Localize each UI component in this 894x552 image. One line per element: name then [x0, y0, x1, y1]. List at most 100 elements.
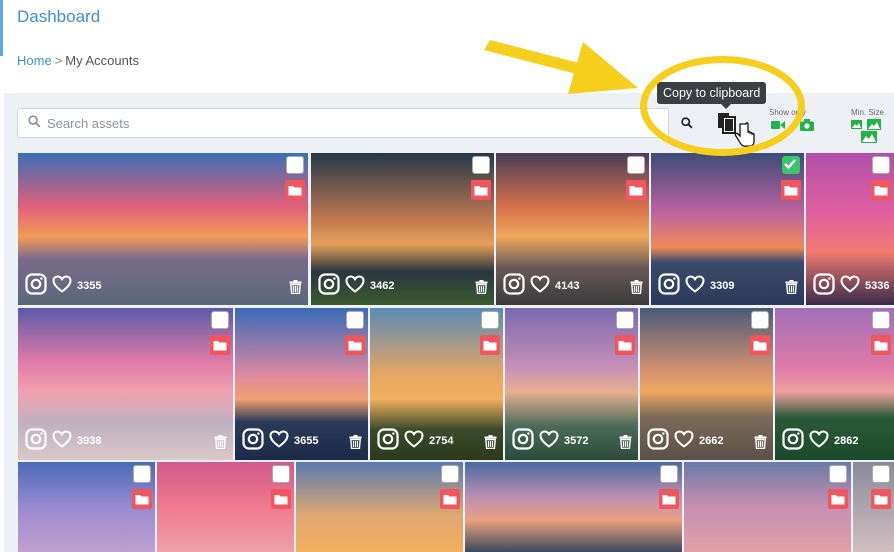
- folder-icon[interactable]: [471, 180, 491, 200]
- search-box[interactable]: [17, 108, 669, 138]
- folder-icon[interactable]: [132, 489, 152, 509]
- folder-icon[interactable]: [480, 335, 500, 355]
- folder-icon[interactable]: [626, 180, 646, 200]
- select-checkbox[interactable]: [872, 156, 890, 174]
- camera-filter-icon[interactable]: [800, 119, 814, 131]
- asset-tile[interactable]: [296, 462, 463, 552]
- asset-tile[interactable]: [157, 462, 294, 552]
- asset-stats: 2662: [647, 428, 723, 453]
- heart-icon: [840, 275, 860, 296]
- instagram-icon: [25, 273, 47, 298]
- asset-stats: 5336: [813, 273, 889, 298]
- asset-tile[interactable]: [18, 462, 155, 552]
- like-count: 3572: [564, 434, 589, 447]
- trash-icon[interactable]: [475, 280, 488, 299]
- breadcrumb-home-link[interactable]: Home: [17, 53, 52, 68]
- heart-icon: [52, 275, 72, 296]
- heart-icon: [269, 430, 289, 451]
- folder-icon[interactable]: [285, 180, 305, 200]
- heart-icon: [809, 430, 829, 451]
- trash-icon[interactable]: [785, 280, 798, 299]
- folder-icon[interactable]: [271, 489, 291, 509]
- asset-photo: [684, 462, 851, 552]
- select-checkbox[interactable]: [346, 311, 364, 329]
- select-checkbox[interactable]: [751, 311, 769, 329]
- asset-tile[interactable]: 2754: [370, 308, 503, 460]
- instagram-icon: [503, 273, 525, 298]
- asset-tile[interactable]: 2662: [640, 308, 773, 460]
- folder-icon[interactable]: [210, 335, 230, 355]
- like-count: 3655: [294, 434, 319, 447]
- hand-cursor-icon: [734, 122, 755, 147]
- select-checkbox[interactable]: [211, 311, 229, 329]
- show-only-label: Show only: [769, 108, 806, 117]
- asset-tile[interactable]: 4143: [496, 153, 649, 305]
- asset-tile[interactable]: 3938: [18, 308, 233, 460]
- asset-stats: 4143: [503, 273, 579, 298]
- asset-tile[interactable]: 3309: [651, 153, 804, 305]
- select-checkbox[interactable]: [133, 465, 151, 483]
- select-checkbox[interactable]: [660, 465, 678, 483]
- asset-stats: 3355: [25, 273, 101, 298]
- medium-image-size-icon[interactable]: [867, 119, 881, 130]
- folder-icon[interactable]: [828, 489, 848, 509]
- instagram-icon: [658, 273, 680, 298]
- heart-icon: [530, 275, 550, 296]
- trash-icon[interactable]: [214, 435, 227, 454]
- folder-icon[interactable]: [659, 489, 679, 509]
- folder-icon[interactable]: [781, 180, 801, 200]
- instagram-icon: [512, 428, 534, 453]
- folder-icon[interactable]: [615, 335, 635, 355]
- asset-tile[interactable]: 2862: [775, 308, 894, 460]
- asset-tile[interactable]: [684, 462, 851, 552]
- folder-icon[interactable]: [871, 489, 891, 509]
- folder-icon[interactable]: [750, 335, 770, 355]
- search-input[interactable]: [47, 115, 668, 131]
- asset-stats: 3655: [242, 428, 318, 453]
- trash-icon[interactable]: [289, 280, 302, 299]
- select-checkbox[interactable]: [782, 156, 800, 174]
- instagram-icon: [647, 428, 669, 453]
- asset-tile[interactable]: 5336: [806, 153, 894, 305]
- select-checkbox[interactable]: [472, 156, 490, 174]
- trash-icon[interactable]: [630, 280, 643, 299]
- asset-tile[interactable]: [465, 462, 682, 552]
- trash-icon[interactable]: [619, 435, 632, 454]
- folder-icon[interactable]: [440, 489, 460, 509]
- select-checkbox[interactable]: [872, 311, 890, 329]
- trash-icon[interactable]: [484, 435, 497, 454]
- select-checkbox[interactable]: [481, 311, 499, 329]
- video-filter-icon[interactable]: [771, 120, 785, 130]
- asset-stats: 3572: [512, 428, 588, 453]
- trash-icon[interactable]: [349, 435, 362, 454]
- asset-tile[interactable]: 3462: [311, 153, 494, 305]
- select-checkbox[interactable]: [616, 311, 634, 329]
- select-checkbox[interactable]: [829, 465, 847, 483]
- select-checkbox[interactable]: [286, 156, 304, 174]
- folder-icon[interactable]: [345, 335, 365, 355]
- instagram-icon: [813, 273, 835, 298]
- small-image-size-icon[interactable]: [851, 120, 862, 129]
- select-checkbox[interactable]: [272, 465, 290, 483]
- select-checkbox[interactable]: [872, 465, 890, 483]
- instagram-icon: [377, 428, 399, 453]
- asset-tile[interactable]: 3655: [235, 308, 368, 460]
- like-count: 4143: [555, 279, 580, 292]
- large-image-size-icon[interactable]: [861, 131, 877, 143]
- asset-tile[interactable]: [853, 462, 894, 552]
- folder-icon[interactable]: [871, 180, 891, 200]
- asset-photo: [465, 462, 682, 552]
- asset-stats: 3938: [25, 428, 101, 453]
- folder-icon[interactable]: [871, 335, 891, 355]
- asset-tile[interactable]: 3572: [505, 308, 638, 460]
- search-button[interactable]: [672, 108, 702, 138]
- asset-tile[interactable]: 3355: [18, 153, 308, 305]
- trash-icon[interactable]: [754, 435, 767, 454]
- like-count: 3355: [77, 279, 102, 292]
- min-size-label: Min. Size: [851, 108, 884, 117]
- search-icon: [28, 115, 41, 131]
- select-checkbox[interactable]: [441, 465, 459, 483]
- select-checkbox[interactable]: [627, 156, 645, 174]
- instagram-icon: [782, 428, 804, 453]
- heart-icon: [404, 430, 424, 451]
